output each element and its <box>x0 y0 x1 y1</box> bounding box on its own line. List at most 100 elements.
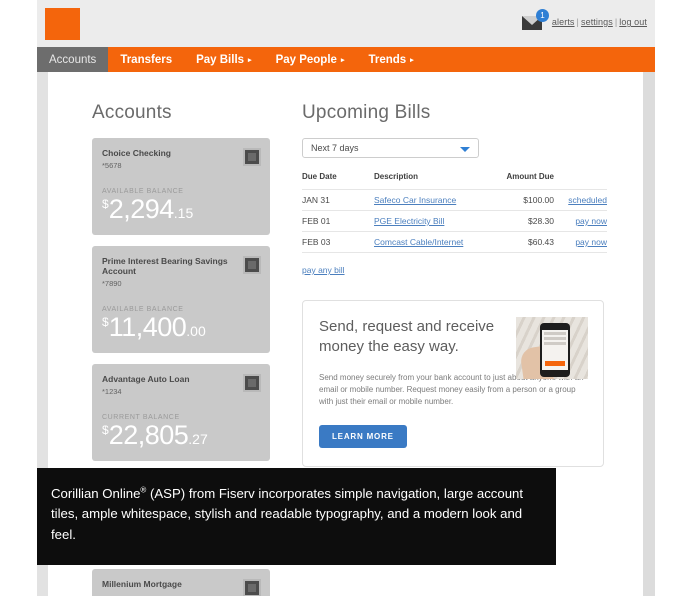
upcoming-bills-table: Due Date Description Amount Due JAN 31 S… <box>302 172 607 253</box>
account-tile-advantage-auto-loan[interactable]: Advantage Auto Loan *1234 CURRENT BALANC… <box>92 363 270 461</box>
account-balance-cents: .00 <box>186 322 206 339</box>
account-chart-icon[interactable] <box>243 578 261 596</box>
account-number: *5678 <box>102 160 122 170</box>
column-amount-due: Amount Due <box>506 172 554 181</box>
orange-logo-mark[interactable] <box>45 8 80 40</box>
bill-due-date: FEB 03 <box>302 231 374 253</box>
account-number: *7890 <box>102 278 122 288</box>
column-due-date: Due Date <box>302 172 337 181</box>
mail-badge-count: 1 <box>535 9 549 22</box>
main-navigation: Accounts Transfers Pay Bills ▸ Pay Peopl… <box>37 47 655 72</box>
nav-item-accounts-label: Accounts <box>49 53 97 66</box>
page-gutter-left <box>0 0 37 596</box>
column-description: Description <box>374 172 419 181</box>
bill-description-link[interactable]: Comcast Cable/Internet <box>374 237 463 247</box>
bill-action: pay now <box>554 210 607 232</box>
bill-amount: $60.43 <box>494 231 554 253</box>
bill-action-link[interactable]: pay now <box>575 216 607 226</box>
nav-item-pay-bills[interactable]: Pay Bills ▸ <box>184 47 263 72</box>
alerts-link[interactable]: alerts <box>552 17 575 27</box>
phone-screen-line <box>544 337 566 340</box>
bills-range-value: Next 7 days <box>311 143 359 153</box>
column-action <box>554 172 607 190</box>
bill-action: scheduled <box>554 189 607 211</box>
account-tile-choice-checking[interactable]: Choice Checking *5678 AVAILABLE BALANCE … <box>92 138 270 235</box>
nav-item-transfers-label: Transfers <box>120 53 173 66</box>
account-balance-cents: .27 <box>188 430 208 447</box>
upcoming-bills-title: Upcoming Bills <box>302 102 431 123</box>
bills-column: Upcoming Bills Next 7 days Due Date Desc… <box>302 72 622 467</box>
chevron-right-icon: ▸ <box>248 57 252 64</box>
chevron-right-icon: ▸ <box>340 57 345 64</box>
accounts-title: Accounts <box>92 102 172 123</box>
phone-screen-line <box>544 332 566 335</box>
account-balance-amount: $11,400.00 <box>102 311 260 342</box>
top-bar-right: 1 alerts | settings | log out <box>521 9 647 30</box>
mail-icon[interactable]: 1 <box>521 9 549 30</box>
bill-amount: $100.00 <box>494 189 554 211</box>
account-balance-whole: 22,805 <box>108 419 189 450</box>
promo-headline: Send, request and receive money the easy… <box>319 318 495 356</box>
table-row: FEB 01 PGE Electricity Bill $28.30 pay n… <box>302 210 607 232</box>
pay-any-bill-link[interactable]: pay any bill <box>302 265 345 275</box>
top-bar: 1 alerts | settings | log out <box>37 0 655 47</box>
page-gutter-right <box>655 0 691 596</box>
bill-description: Comcast Cable/Internet <box>374 231 494 253</box>
bill-description: PGE Electricity Bill <box>374 210 494 232</box>
caption-text: Corillian Online® (ASP) from Fiserv inco… <box>51 484 536 545</box>
account-name: Choice Checking <box>102 148 171 158</box>
caption-text-before: Corillian Online <box>51 486 141 501</box>
account-balance-amount: $22,805.27 <box>102 419 260 450</box>
caption-overlay: Corillian Online® (ASP) from Fiserv inco… <box>37 468 556 565</box>
bill-description-link[interactable]: Safeco Car Insurance <box>374 195 456 205</box>
account-currency-symbol: $ <box>102 196 109 211</box>
chevron-down-icon <box>460 147 470 152</box>
table-row: JAN 31 Safeco Car Insurance $100.00 sche… <box>302 189 607 211</box>
nav-item-pay-people[interactable]: Pay People ▸ <box>264 47 357 72</box>
nav-item-accounts[interactable]: Accounts <box>37 47 109 72</box>
nav-item-trends-label: Trends <box>368 53 407 66</box>
account-balance-cents: .15 <box>173 204 194 221</box>
table-header-row: Due Date Description Amount Due <box>302 172 607 190</box>
content-rail-right[interactable] <box>643 72 655 596</box>
bill-action: pay now <box>554 231 607 253</box>
nav-item-pay-bills-label: Pay Bills <box>196 53 245 66</box>
hand-holding-phone-image <box>516 317 588 379</box>
phone-shape <box>540 323 570 377</box>
account-chart-icon[interactable] <box>243 255 261 274</box>
account-currency-symbol: $ <box>102 314 109 329</box>
chevron-right-icon: ▸ <box>410 57 414 64</box>
account-chart-icon[interactable] <box>243 373 261 392</box>
account-name: Advantage Auto Loan <box>102 373 190 384</box>
account-currency-symbol: $ <box>102 422 109 437</box>
phone-screen-line <box>544 342 566 345</box>
table-row: FEB 03 Comcast Cable/Internet $60.43 pay… <box>302 231 607 253</box>
account-balance-whole: 11,400 <box>108 311 187 342</box>
nav-item-pay-people-label: Pay People <box>275 53 337 66</box>
bill-description-link[interactable]: PGE Electricity Bill <box>374 216 444 226</box>
screenshot-root: 1 alerts | settings | log out Accounts Trans… <box>0 0 691 596</box>
account-number: *1234 <box>102 386 122 396</box>
phone-screen <box>542 330 568 370</box>
bills-range-select[interactable]: Next 7 days <box>302 138 479 158</box>
account-balance-whole: 2,294 <box>108 193 175 224</box>
top-bar-links: alerts | settings | log out <box>552 17 647 27</box>
log-out-link[interactable]: log out <box>619 17 647 27</box>
account-balance-amount: $2,294.15 <box>102 193 260 224</box>
account-tile-prime-savings[interactable]: Prime Interest Bearing Savings Account *… <box>92 245 270 353</box>
bill-action-link[interactable]: scheduled <box>568 195 607 205</box>
account-tile-millenium-mortgage[interactable]: Millenium Mortgage <box>92 568 270 596</box>
nav-item-trends[interactable]: Trends ▸ <box>356 47 425 72</box>
bill-description: Safeco Car Insurance <box>374 189 494 211</box>
account-chart-icon[interactable] <box>243 148 261 166</box>
phone-screen-button <box>545 361 565 366</box>
bill-due-date: FEB 01 <box>302 210 374 232</box>
settings-link[interactable]: settings <box>581 17 613 27</box>
bill-action-link[interactable]: pay now <box>575 237 607 247</box>
account-name: Prime Interest Bearing Savings Account <box>102 255 228 277</box>
bill-due-date: JAN 31 <box>302 189 374 211</box>
nav-item-transfers[interactable]: Transfers <box>108 47 184 72</box>
learn-more-button[interactable]: LEARN MORE <box>319 424 407 448</box>
bill-amount: $28.30 <box>494 210 554 232</box>
account-name: Millenium Mortgage <box>102 578 182 589</box>
